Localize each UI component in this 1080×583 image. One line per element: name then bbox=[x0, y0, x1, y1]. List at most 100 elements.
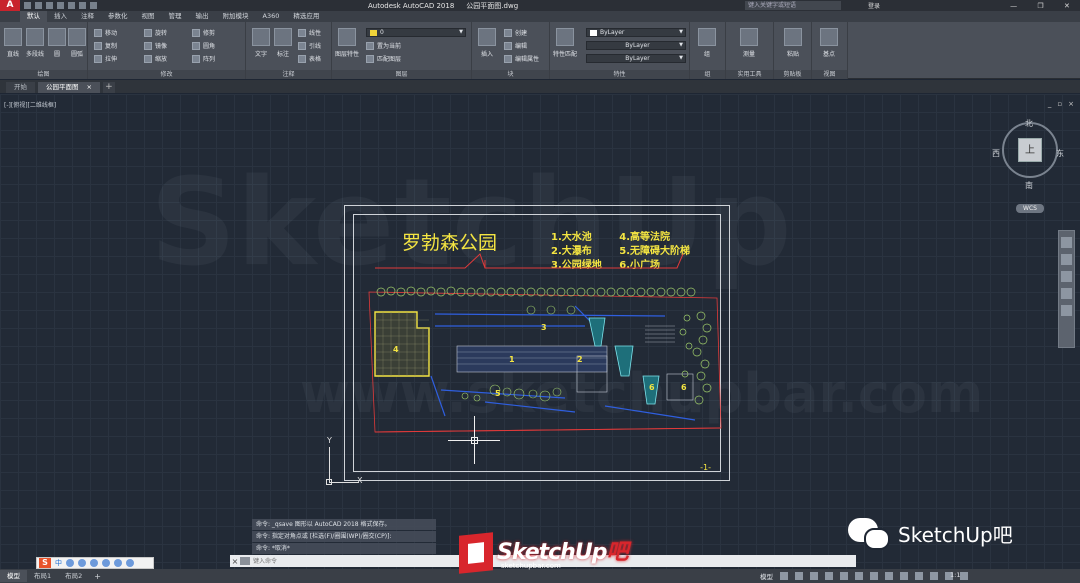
edit-block-button[interactable]: 编辑 bbox=[504, 39, 539, 52]
move-button[interactable]: 移动 bbox=[94, 26, 117, 39]
ortho-icon[interactable] bbox=[810, 572, 818, 580]
file-tab-drawing[interactable]: 公园平面图 × bbox=[38, 82, 100, 93]
utilities-panel-title[interactable]: 实用工具 bbox=[726, 70, 773, 79]
viewport-restore-icon[interactable]: ▫ bbox=[1057, 100, 1062, 108]
annotation-scale[interactable]: 1:1 bbox=[950, 571, 960, 579]
sogou-ime-icon[interactable]: S bbox=[39, 558, 51, 568]
draw-panel-title[interactable]: 绘图 bbox=[0, 70, 87, 79]
tab-a360[interactable]: A360 bbox=[256, 11, 287, 22]
group-button[interactable]: 组 bbox=[694, 28, 720, 58]
linear-button[interactable]: 线性 bbox=[298, 26, 321, 39]
lineweight-icon[interactable] bbox=[870, 572, 878, 580]
open-file-icon[interactable] bbox=[35, 2, 42, 9]
close-icon[interactable]: ✕ bbox=[1064, 2, 1070, 10]
ime-punctuation-icon[interactable] bbox=[66, 559, 74, 567]
new-tab-button[interactable]: + bbox=[102, 82, 115, 93]
autocad-app-icon[interactable]: A bbox=[0, 0, 20, 11]
pan-icon[interactable] bbox=[1061, 254, 1072, 265]
layer-dropdown[interactable]: 0 ▼ bbox=[366, 28, 466, 37]
file-tab-start[interactable]: 开始 bbox=[6, 82, 35, 93]
compass-west[interactable]: 西 bbox=[992, 148, 1000, 159]
mirror-button[interactable]: 镜像 bbox=[144, 39, 167, 52]
leader-button[interactable]: 引线 bbox=[298, 39, 321, 52]
model-space-toggle[interactable]: 模型 bbox=[760, 571, 773, 581]
close-command-line-icon[interactable]: × bbox=[230, 557, 240, 566]
linetype-dropdown[interactable]: ByLayer ▼ bbox=[586, 41, 686, 50]
ime-voice-icon[interactable] bbox=[90, 559, 98, 567]
drawing-viewport[interactable]: SketchUp www.sketchupbar.com [-][俯视][二维线… bbox=[0, 94, 1080, 569]
match-properties-button[interactable]: 特性匹配 bbox=[552, 28, 578, 58]
transparency-icon[interactable] bbox=[885, 572, 893, 580]
layout-tab-1[interactable]: 布局1 bbox=[27, 570, 58, 582]
lineweight-dropdown[interactable]: ByLayer ▼ bbox=[586, 54, 686, 63]
properties-panel-title[interactable]: 特性 bbox=[550, 70, 689, 79]
workspace-gear-icon[interactable] bbox=[930, 572, 938, 580]
copy-button[interactable]: 复制 bbox=[94, 39, 117, 52]
match-layer-button[interactable]: 匹配图层 bbox=[366, 52, 466, 65]
customize-icon[interactable] bbox=[240, 557, 250, 565]
tab-parametric[interactable]: 参数化 bbox=[101, 11, 135, 22]
layout-tab-model[interactable]: 模型 bbox=[0, 570, 27, 582]
new-layout-button[interactable]: + bbox=[89, 572, 106, 581]
plot-icon[interactable] bbox=[68, 2, 75, 9]
maximize-icon[interactable]: ❐ bbox=[1037, 2, 1043, 10]
save-as-icon[interactable] bbox=[57, 2, 64, 9]
compass-east[interactable]: 东 bbox=[1056, 148, 1064, 159]
tab-view[interactable]: 视图 bbox=[135, 11, 162, 22]
groups-panel-title[interactable]: 组 bbox=[690, 70, 725, 79]
showmotion-icon[interactable] bbox=[1061, 305, 1072, 316]
insert-block-button[interactable]: 插入 bbox=[474, 28, 500, 58]
ucs-icon[interactable]: Y X bbox=[326, 436, 366, 489]
dimension-button[interactable]: 标注 bbox=[270, 28, 296, 58]
close-tab-icon[interactable]: × bbox=[87, 82, 92, 93]
osnap-icon[interactable] bbox=[840, 572, 848, 580]
compass-north[interactable]: 北 bbox=[1025, 118, 1033, 129]
tab-manage[interactable]: 管理 bbox=[162, 11, 189, 22]
block-panel-title[interactable]: 块 bbox=[472, 70, 549, 79]
table-button[interactable]: 表格 bbox=[298, 52, 321, 65]
annotation-visibility-icon[interactable] bbox=[915, 572, 923, 580]
ime-skin-icon[interactable] bbox=[114, 559, 122, 567]
tab-featured-apps[interactable]: 精选应用 bbox=[286, 11, 326, 22]
viewport-minimize-icon[interactable]: _ bbox=[1048, 100, 1052, 108]
layers-panel-title[interactable]: 图层 bbox=[332, 70, 471, 79]
orbit-icon[interactable] bbox=[1061, 288, 1072, 299]
zoom-icon[interactable] bbox=[1061, 271, 1072, 282]
fillet-button[interactable]: 圆角 bbox=[192, 39, 215, 52]
layout-tab-2[interactable]: 布局2 bbox=[58, 570, 89, 582]
wcs-menu[interactable]: WCS bbox=[1016, 204, 1044, 213]
view-panel-title[interactable]: 视图 bbox=[812, 70, 847, 79]
ime-language-toggle[interactable]: 中 bbox=[55, 558, 62, 568]
tab-home[interactable]: 默认 bbox=[20, 11, 47, 22]
compass-south[interactable]: 南 bbox=[1025, 180, 1033, 191]
paste-button[interactable]: 粘贴 bbox=[780, 28, 806, 58]
stretch-button[interactable]: 拉伸 bbox=[94, 52, 117, 65]
steering-wheel-icon[interactable] bbox=[1061, 237, 1072, 248]
ime-toolbox-icon[interactable] bbox=[126, 559, 134, 567]
minimize-icon[interactable]: — bbox=[1010, 2, 1017, 10]
customization-menu-icon[interactable] bbox=[960, 572, 968, 580]
clipboard-panel-title[interactable]: 剪贴板 bbox=[774, 70, 811, 79]
new-file-icon[interactable] bbox=[24, 2, 31, 9]
trim-button[interactable]: 修剪 bbox=[192, 26, 215, 39]
modify-panel-title[interactable]: 修改 bbox=[88, 70, 245, 79]
scale-button[interactable]: 缩放 bbox=[144, 52, 167, 65]
viewport-close-icon[interactable]: × bbox=[1068, 100, 1074, 108]
base-view-button[interactable]: 基点 bbox=[816, 28, 842, 58]
ime-keyboard-icon[interactable] bbox=[102, 559, 110, 567]
redo-icon[interactable] bbox=[90, 2, 97, 9]
tab-addins[interactable]: 附加模块 bbox=[216, 11, 256, 22]
color-dropdown[interactable]: ByLayer ▼ bbox=[586, 28, 686, 37]
selection-cycling-icon[interactable] bbox=[900, 572, 908, 580]
tab-output[interactable]: 输出 bbox=[189, 11, 216, 22]
ime-emoji-icon[interactable] bbox=[78, 559, 86, 567]
array-button[interactable]: 阵列 bbox=[192, 52, 215, 65]
otrack-icon[interactable] bbox=[855, 572, 863, 580]
tab-annotate[interactable]: 注释 bbox=[74, 11, 101, 22]
undo-icon[interactable] bbox=[79, 2, 86, 9]
grid-icon[interactable] bbox=[780, 572, 788, 580]
snap-icon[interactable] bbox=[795, 572, 803, 580]
help-search-input[interactable]: 键入关键字或短语 bbox=[745, 1, 841, 10]
polar-icon[interactable] bbox=[825, 572, 833, 580]
create-block-button[interactable]: 创建 bbox=[504, 26, 539, 39]
